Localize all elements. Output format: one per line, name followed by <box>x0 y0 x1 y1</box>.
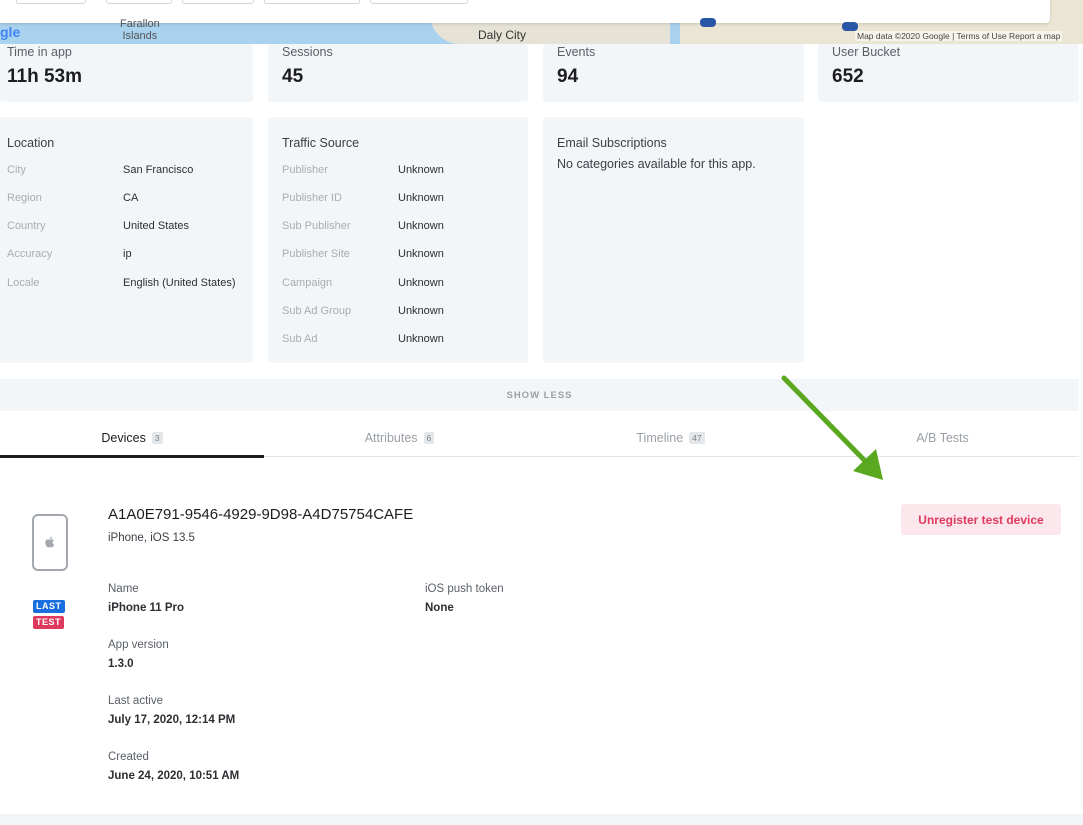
name-value: iPhone 11 Pro <box>108 602 185 614</box>
field-key: Region <box>7 192 42 204</box>
tab-count-badge: 47 <box>689 432 705 444</box>
tab-attributes[interactable]: Attributes 6 <box>264 420 535 456</box>
field-value: Unknown <box>398 164 444 176</box>
filter-chip[interactable] <box>370 0 468 4</box>
device-id: A1A0E791-9546-4929-9D98-A4D75754CAFE <box>108 506 414 523</box>
field-value: CA <box>123 192 139 204</box>
stat-label: User Bucket <box>832 45 901 59</box>
panel-title: Location <box>7 136 55 150</box>
map-label-city: Daly City <box>478 28 527 42</box>
field-key: Locale <box>7 277 40 289</box>
empty-message: No categories available for this app. <box>557 157 756 171</box>
field-key: Sub Ad Group <box>282 305 352 317</box>
created-value: June 24, 2020, 10:51 AM <box>108 770 240 782</box>
stat-card-user-bucket: User Bucket 652 <box>818 44 1079 102</box>
stat-value: 11h 53m <box>7 66 82 87</box>
field-value: Unknown <box>398 220 444 232</box>
field-key: Publisher Site <box>282 248 350 260</box>
google-logo: gle <box>0 24 21 40</box>
field-key: Publisher ID <box>282 192 342 204</box>
stat-value: 652 <box>832 66 864 87</box>
test-badge: TEST <box>33 616 65 629</box>
field-value: Unknown <box>398 277 444 289</box>
bottom-divider <box>0 814 1083 825</box>
last-active-value: July 17, 2020, 12:14 PM <box>108 714 236 726</box>
stat-value: 45 <box>282 66 304 87</box>
stat-value: 94 <box>557 66 579 87</box>
tab-devices[interactable]: Devices 3 <box>0 420 264 456</box>
tab-count-badge: 6 <box>423 432 435 444</box>
created-label: Created <box>108 751 149 763</box>
panel-title: Traffic Source <box>282 136 360 150</box>
field-key: Sub Publisher <box>282 220 351 232</box>
stat-label: Sessions <box>282 45 333 59</box>
device-subtitle: iPhone, iOS 13.5 <box>108 532 195 544</box>
stat-label: Events <box>557 45 596 59</box>
last-active-label: Last active <box>108 695 163 707</box>
unregister-test-device-button[interactable]: Unregister test device <box>901 504 1061 535</box>
phone-device-icon <box>32 514 68 571</box>
tab-label: Attributes <box>364 431 418 445</box>
filter-chip[interactable] <box>106 0 172 4</box>
field-value: Unknown <box>398 305 444 317</box>
active-tab-indicator <box>0 455 264 458</box>
tab-label: Timeline <box>636 431 684 445</box>
last-badge: LAST <box>33 600 65 613</box>
app-version-value: 1.3.0 <box>108 658 134 670</box>
arrow-annotation-icon <box>781 375 883 480</box>
push-token-label: iOS push token <box>425 583 504 595</box>
field-value: English (United States) <box>123 277 236 289</box>
stat-card-sessions: Sessions 45 <box>268 44 528 102</box>
field-value: Unknown <box>398 192 444 204</box>
field-value: United States <box>123 220 190 232</box>
field-key: Sub Ad <box>282 333 318 345</box>
app-version-label: App version <box>108 639 169 651</box>
field-key: City <box>7 164 26 176</box>
stat-card-events: Events 94 <box>543 44 804 102</box>
filter-chip[interactable] <box>264 0 360 4</box>
tab-label: Devices <box>101 431 146 445</box>
stat-label: Time in app <box>7 45 72 59</box>
map-attribution[interactable]: Map data ©2020 Google | Terms of Use Rep… <box>855 31 1063 41</box>
location-panel: Location City San Francisco Region CA Co… <box>0 117 253 363</box>
stat-card-time-in-app: Time in app 11h 53m <box>0 44 253 102</box>
field-key: Country <box>7 220 46 232</box>
tab-count-badge: 3 <box>151 432 163 444</box>
panel-title: Email Subscriptions <box>557 136 667 150</box>
highway-shield-icon <box>842 22 858 31</box>
name-label: Name <box>108 583 139 595</box>
field-key: Accuracy <box>7 248 53 260</box>
map-view[interactable]: gle Farallon Islands Daly City Map data … <box>0 0 1083 44</box>
push-token-value: None <box>425 602 454 614</box>
apple-icon <box>45 536 55 548</box>
show-less-button[interactable]: SHOW LESS <box>0 379 1079 411</box>
tab-timeline[interactable]: Timeline 47 <box>535 420 806 456</box>
email-subscriptions-panel: Email Subscriptions No categories availa… <box>543 117 804 363</box>
field-key: Campaign <box>282 277 333 289</box>
field-value: ip <box>123 248 132 260</box>
field-value: Unknown <box>398 333 444 345</box>
field-key: Publisher <box>282 164 328 176</box>
filter-chip[interactable] <box>182 0 254 4</box>
map-label-islands: Farallon Islands <box>120 18 160 42</box>
filter-chip[interactable] <box>16 0 86 4</box>
tab-label: A/B Tests <box>916 431 969 445</box>
field-value: San Francisco <box>123 164 194 176</box>
field-value: Unknown <box>398 248 444 260</box>
highway-shield-icon <box>700 18 716 27</box>
traffic-source-panel: Traffic Source Publisher Unknown Publish… <box>268 117 528 363</box>
